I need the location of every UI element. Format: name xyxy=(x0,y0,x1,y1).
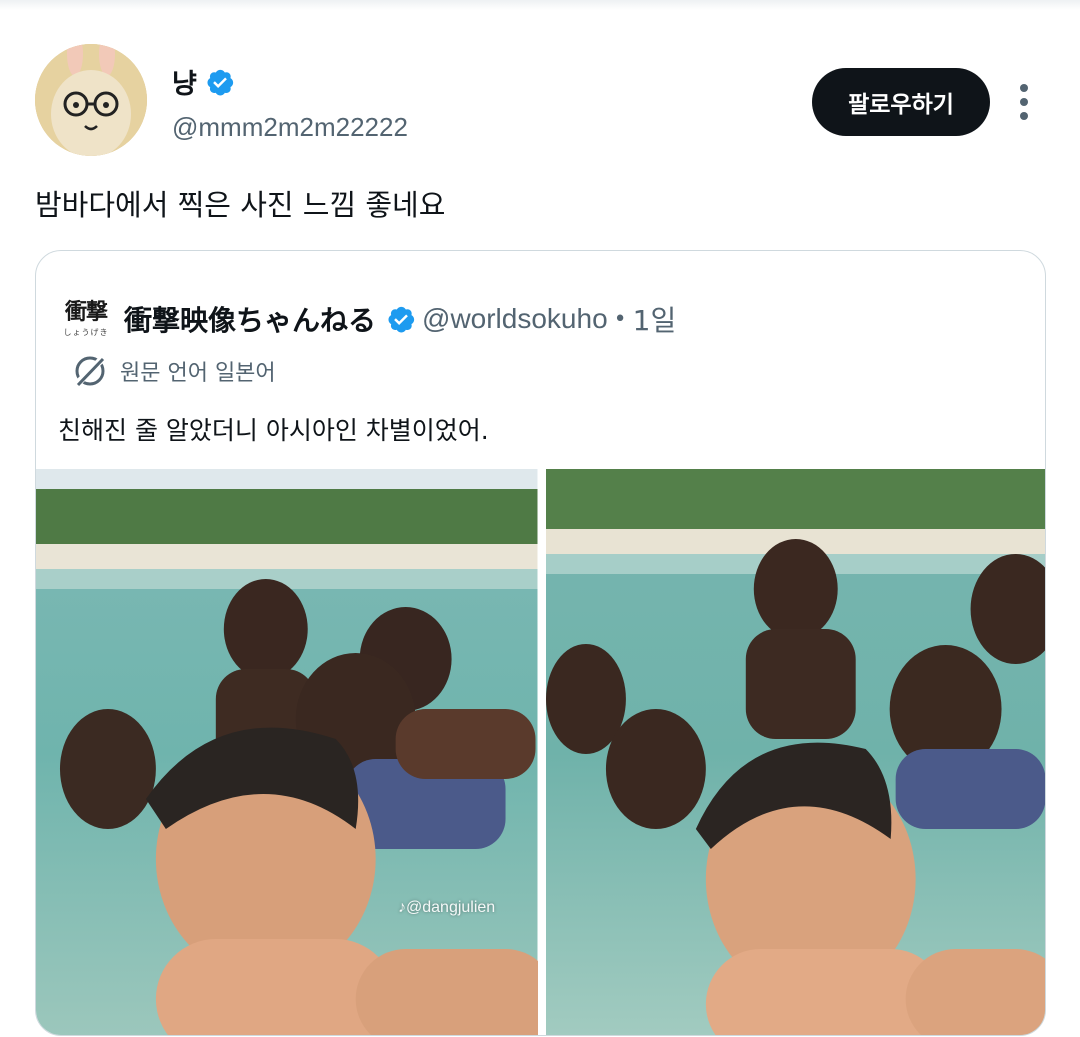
author-name[interactable]: 냥 xyxy=(172,62,197,101)
quoted-author-handle[interactable]: @worldsokuho xyxy=(422,303,608,335)
separator-dot: • xyxy=(613,306,627,332)
quoted-post-card[interactable]: 衝撃 しょうげき 衝撃映像ちゃんねる @worldsokuho • 1일 원문 … xyxy=(35,250,1046,1036)
media-watermark: ♪@dangjulien xyxy=(398,899,496,916)
verified-badge-icon xyxy=(388,306,415,333)
top-divider xyxy=(0,0,1080,10)
more-dot xyxy=(1020,84,1028,92)
quoted-author-avatar[interactable]: 衝撃 しょうげき xyxy=(58,291,114,347)
logo-text: 衝撃 xyxy=(64,298,108,325)
media-photo-1[interactable]: ♪@dangjulien xyxy=(36,469,538,1035)
translate-icon xyxy=(73,354,107,388)
more-dot xyxy=(1020,98,1028,106)
more-dot xyxy=(1020,112,1028,120)
quoted-post-time[interactable]: 1일 xyxy=(633,299,677,339)
verified-badge-icon xyxy=(207,69,233,95)
more-options-icon[interactable] xyxy=(1004,78,1044,126)
quoted-post-text: 친해진 줄 알았더니 아시아인 차별이었어. xyxy=(58,416,489,445)
author-name-row: 냥 xyxy=(172,62,235,101)
author-handle[interactable]: @mmm2m2m22222 xyxy=(172,112,408,143)
quoted-author-name[interactable]: 衝撃映像ちゃんねる xyxy=(124,299,376,339)
media-grid: ♪@dangjulien xyxy=(36,469,1045,1035)
follow-button[interactable]: 팔로우하기 xyxy=(812,68,990,136)
quoted-post-header: 衝撃 しょうげき 衝撃映像ちゃんねる @worldsokuho • 1일 xyxy=(58,291,677,347)
translation-label: 원문 언어 일본어 xyxy=(120,361,276,386)
beach-selfie-image xyxy=(36,469,538,1035)
translation-notice[interactable]: 원문 언어 일본어 xyxy=(70,351,276,391)
beach-selfie-image xyxy=(545,469,1045,1035)
avatar-image xyxy=(35,44,147,156)
media-photo-2[interactable] xyxy=(545,469,1045,1035)
post-text: 밤바다에서 찍은 사진 느낌 좋네요 xyxy=(35,188,446,222)
author-avatar[interactable] xyxy=(35,44,147,156)
logo-subtext: しょうげき xyxy=(63,327,109,337)
